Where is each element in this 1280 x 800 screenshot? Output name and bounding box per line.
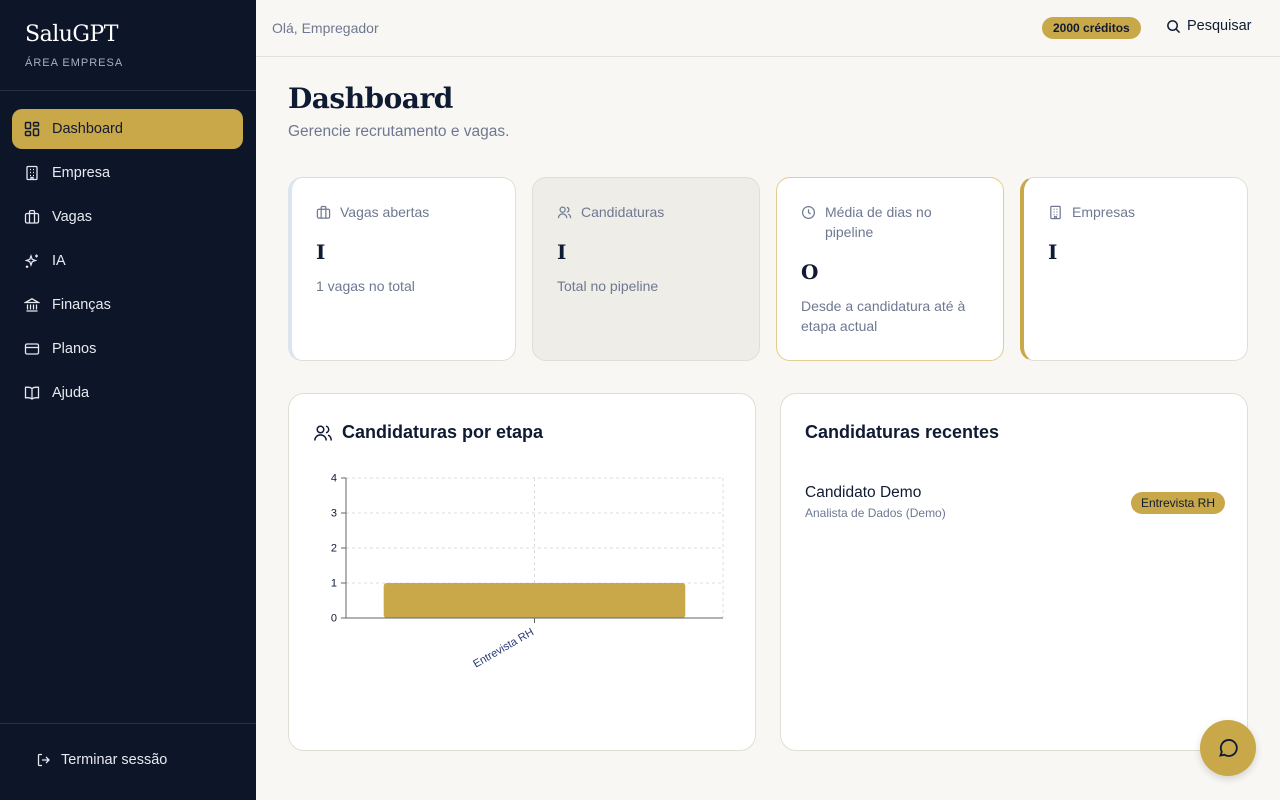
greeting-text: Olá, Empregador xyxy=(272,20,379,36)
stat-note: Total no pipeline xyxy=(557,278,659,294)
briefcase-icon xyxy=(316,205,331,220)
stat-label: Vagas abertas xyxy=(340,204,430,220)
sidebar-divider xyxy=(0,90,256,91)
stat-card-empresas[interactable]: Empresas I xyxy=(1020,177,1248,361)
sidebar-item-planos[interactable]: Planos xyxy=(12,329,243,369)
sidebar-item-empresa[interactable]: Empresa xyxy=(12,153,243,193)
stat-card-candidaturas[interactable]: Candidaturas I Total no pipeline xyxy=(532,177,760,361)
sparkles-icon xyxy=(24,253,40,269)
bar-chart: 0 1 2 3 4 Entrevista RH xyxy=(331,473,724,671)
chart-panel-title: Candidaturas por etapa xyxy=(313,422,543,443)
sidebar-item-financas[interactable]: Finanças xyxy=(12,285,243,325)
search-icon xyxy=(1166,19,1181,34)
list-item[interactable]: Candidato Demo Analista de Dados (Demo) … xyxy=(805,484,1225,520)
sidebar-item-label: Dashboard xyxy=(52,121,123,137)
brand-subtitle: ÁREA EMPRESA xyxy=(25,57,124,69)
page-subtitle: Gerencie recrutamento e vagas. xyxy=(288,123,510,140)
sidebar-item-label: Empresa xyxy=(52,165,111,181)
sidebar-bottom-divider xyxy=(0,723,256,724)
stat-label: Candidaturas xyxy=(581,204,665,220)
bar xyxy=(383,583,686,618)
dashboard-icon xyxy=(24,121,40,137)
bank-icon xyxy=(24,297,40,313)
sidebar: SaluGPT ÁREA EMPRESA Dashboard Empresa V… xyxy=(0,0,256,800)
stat-value: I xyxy=(1048,240,1058,264)
logout-button[interactable]: Terminar sessão xyxy=(36,752,167,768)
recent-panel-title: Candidaturas recentes xyxy=(805,422,1000,442)
stat-value: I xyxy=(557,240,567,264)
y-tick-label: 2 xyxy=(331,543,337,555)
users-icon xyxy=(557,205,572,220)
top-header: Olá, Empregador 2000 créditos Pesquisar xyxy=(256,0,1280,57)
stat-card-vagas-abertas[interactable]: Vagas abertas I 1 vagas no total xyxy=(288,177,516,361)
y-tick-label: 4 xyxy=(331,473,337,485)
stat-value: O xyxy=(801,260,819,284)
stat-value: I xyxy=(316,240,326,264)
users-icon xyxy=(313,423,333,443)
clock-icon xyxy=(801,205,816,220)
search-button[interactable]: Pesquisar xyxy=(1166,18,1251,34)
building-icon xyxy=(24,165,40,181)
logout-label: Terminar sessão xyxy=(61,752,168,768)
building-icon xyxy=(1048,205,1063,220)
sidebar-item-label: Ajuda xyxy=(52,385,90,401)
y-tick-label: 3 xyxy=(331,508,337,520)
logout-icon xyxy=(36,752,52,768)
sidebar-item-dashboard[interactable]: Dashboard xyxy=(12,109,243,149)
stat-note: 1 vagas no total xyxy=(316,278,415,294)
stat-label: Empresas xyxy=(1072,204,1136,220)
sidebar-item-ia[interactable]: IA xyxy=(12,241,243,281)
sidebar-item-label: Vagas xyxy=(52,209,93,225)
x-tick-label: Entrevista RH xyxy=(471,626,536,670)
stage-badge: Entrevista RH xyxy=(1130,492,1225,514)
chat-button[interactable] xyxy=(1200,720,1256,776)
chart-panel: Candidaturas por etapa 0 1 2 3 4 Entrevista R… xyxy=(288,393,756,751)
credits-badge[interactable]: 2000 créditos xyxy=(1042,17,1141,39)
chat-bubble-icon xyxy=(1219,739,1238,757)
search-label: Pesquisar xyxy=(1187,18,1252,34)
sidebar-item-vagas[interactable]: Vagas xyxy=(12,197,243,237)
brand-logo[interactable]: SaluGPT xyxy=(25,22,118,47)
page-title: Dashboard xyxy=(288,82,453,115)
y-tick-label: 0 xyxy=(331,613,337,625)
sidebar-item-ajuda[interactable]: Ajuda xyxy=(12,373,243,413)
y-tick-label: 1 xyxy=(331,578,337,590)
credit-card-icon xyxy=(24,341,40,357)
book-icon xyxy=(24,385,40,401)
sidebar-item-label: IA xyxy=(52,253,66,269)
stat-note: Desde a candidatura até à etapa actual xyxy=(801,298,966,334)
briefcase-icon xyxy=(24,209,40,225)
recent-applications-panel: Candidaturas recentes Candidato Demo Ana… xyxy=(780,393,1248,751)
chart-title: Candidaturas por etapa xyxy=(342,422,544,442)
stat-card-media-dias[interactable]: Média de dias no pipeline O Desde a cand… xyxy=(776,177,1004,361)
sidebar-item-label: Planos xyxy=(52,341,97,357)
sidebar-nav: Dashboard Empresa Vagas IA Finanças Plan… xyxy=(12,109,243,417)
sidebar-item-label: Finanças xyxy=(52,297,111,313)
stat-label: Média de dias no pipeline xyxy=(825,204,932,240)
